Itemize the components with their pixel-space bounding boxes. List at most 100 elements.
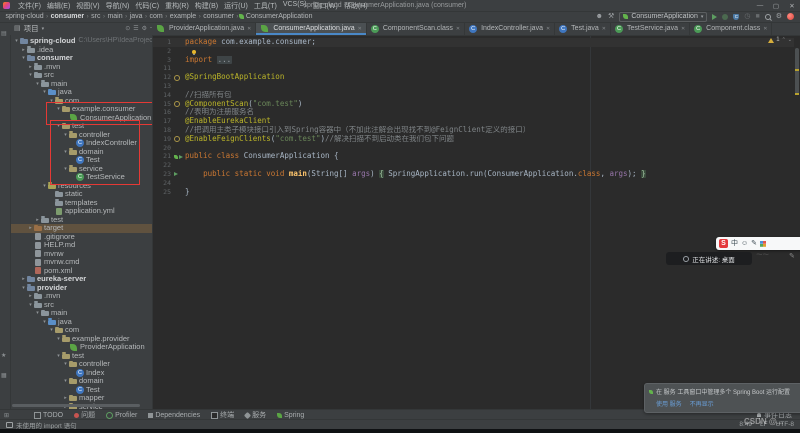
tab-indexcontroller-java[interactable]: CIndexController.java✕ xyxy=(465,22,555,35)
collapse-all-icon[interactable]: ☰ xyxy=(133,25,138,32)
expand-arrow-icon[interactable]: ▾ xyxy=(62,377,69,386)
expand-arrow-icon[interactable]: ▾ xyxy=(62,165,69,174)
expand-arrow-icon[interactable]: ▾ xyxy=(41,318,48,327)
code-line[interactable]: 3import ... xyxy=(153,56,794,65)
use-services-link[interactable]: 使用 服务 xyxy=(656,399,682,408)
expand-arrow-icon[interactable]: ▾ xyxy=(34,80,41,89)
menu-item[interactable]: 视图(V) xyxy=(73,1,102,11)
tree-item-test[interactable]: CTest xyxy=(10,386,152,395)
tree-item-consumer[interactable]: ▾consumer xyxy=(10,54,152,63)
tree-item-testservice[interactable]: CTestService xyxy=(10,173,152,182)
code-line[interactable]: 11 xyxy=(153,64,794,73)
tree-item-templates[interactable]: templates xyxy=(10,199,152,208)
code-line[interactable]: 12@SpringBootApplication xyxy=(153,73,794,82)
tree-item-mapper[interactable]: ▸mapper xyxy=(10,394,152,403)
expand-arrow-icon[interactable]: ▾ xyxy=(55,335,62,344)
avatar[interactable] xyxy=(787,13,794,20)
stop-button[interactable]: ■ xyxy=(755,13,759,20)
menu-item[interactable]: 运行(U) xyxy=(221,1,251,11)
tree-item-controller[interactable]: ▾controller xyxy=(10,360,152,369)
locate-icon[interactable]: ⊙ xyxy=(125,25,130,32)
run-main-icon[interactable] xyxy=(174,172,178,176)
expand-arrow-icon[interactable]: ▾ xyxy=(20,54,27,63)
tree-item-provider[interactable]: ▾provider xyxy=(10,284,152,293)
project-tool-window-header[interactable]: ▤ 项目 ▾ ⊙☰⚙— xyxy=(10,22,159,35)
inspections-widget[interactable]: 1 ⌃ ⌄ xyxy=(768,37,792,43)
code-line[interactable]: 19@EnableFeignClients("com.test")//解决扫描不… xyxy=(153,135,794,144)
menu-item[interactable]: 文件(F) xyxy=(15,1,44,11)
run-class-icon[interactable] xyxy=(179,155,183,159)
menu-item[interactable]: 代码(C) xyxy=(132,1,162,11)
expand-arrow-icon[interactable]: ▾ xyxy=(13,37,20,46)
expand-arrow-icon[interactable]: ▸ xyxy=(20,275,27,284)
tree-item-index[interactable]: CIndex xyxy=(10,369,152,378)
expand-arrow-icon[interactable]: ▾ xyxy=(20,284,27,293)
expand-arrow-icon[interactable]: ▸ xyxy=(34,216,41,225)
expand-arrow-icon[interactable]: ▸ xyxy=(62,394,69,403)
menu-item[interactable]: 构建(B) xyxy=(192,1,221,11)
horizontal-scrollbar[interactable] xyxy=(12,404,140,407)
breadcrumb-item[interactable]: java xyxy=(128,13,144,20)
breadcrumb-item[interactable]: consumer xyxy=(202,13,236,20)
close-icon[interactable]: ✕ xyxy=(358,26,362,32)
build-hammer-icon[interactable]: ⚒ xyxy=(608,13,614,20)
close-icon[interactable]: ✕ xyxy=(456,26,460,32)
minimize-button[interactable]: — xyxy=(752,2,768,10)
breadcrumb-item[interactable]: consumer xyxy=(49,13,85,20)
menu-item[interactable]: 导航(N) xyxy=(103,1,133,11)
tool-window-switcher-icon[interactable]: ⊞ xyxy=(4,412,9,419)
expand-arrow-icon[interactable]: ▾ xyxy=(48,326,55,335)
spring-boot-run-icon[interactable] xyxy=(174,155,178,159)
vertical-scrollbar[interactable] xyxy=(795,48,799,94)
maximize-button[interactable]: ▢ xyxy=(768,2,784,10)
breadcrumb-item[interactable]: ConsumerApplication xyxy=(244,13,314,20)
tree-item-service[interactable]: ▾service xyxy=(10,165,152,174)
expand-arrow-icon[interactable]: ▸ xyxy=(20,46,27,55)
breadcrumb-item[interactable]: spring-cloud xyxy=(4,13,45,20)
expand-arrow-icon[interactable]: ▾ xyxy=(48,97,55,106)
expand-arrow-icon[interactable]: ▸ xyxy=(27,292,34,301)
breadcrumb-item[interactable]: example xyxy=(168,13,197,20)
expand-arrow-icon[interactable]: ▾ xyxy=(55,105,62,114)
expand-arrow-icon[interactable]: ▾ xyxy=(62,360,69,369)
debug-button[interactable] xyxy=(722,14,728,20)
tree-item-test[interactable]: ▾test xyxy=(10,352,152,361)
tree-item-com[interactable]: ▾com xyxy=(10,97,152,106)
ime-handwriting-icon[interactable]: ✎ xyxy=(751,240,757,247)
code-line[interactable]: 18//把调用主类子模块接口引入到Spring容器中（不加此注解会出现找不到@F… xyxy=(153,126,794,135)
breadcrumb-item[interactable]: src xyxy=(90,13,102,20)
tree-item-java[interactable]: ▾java xyxy=(10,88,152,97)
code-line[interactable]: 14//扫描所有包 xyxy=(153,91,794,100)
code-line[interactable]: 25} xyxy=(153,188,794,197)
chevron-down-icon[interactable]: ⌄ xyxy=(788,37,792,43)
tree-item--idea[interactable]: ▸.idea xyxy=(10,46,152,55)
coverage-button[interactable]: C xyxy=(733,14,739,20)
tree-item-pom-xml[interactable]: pom.xml xyxy=(10,267,152,276)
tab-test-java[interactable]: CTest.java✕ xyxy=(555,22,611,35)
user-icon[interactable]: ☻ xyxy=(596,13,603,20)
close-icon[interactable]: ✕ xyxy=(681,26,685,32)
code-line[interactable]: 13 xyxy=(153,82,794,91)
expand-arrow-icon[interactable]: ▸ xyxy=(27,63,34,72)
code-line[interactable]: 17@EnableEurekaClient xyxy=(153,117,794,126)
run-button[interactable] xyxy=(712,14,717,20)
code-line[interactable]: 16//表明为注册服务名 xyxy=(153,108,794,117)
tree-item-help-md[interactable]: HELP.md xyxy=(10,241,152,250)
tree-item-mvnw[interactable]: mvnw xyxy=(10,250,152,259)
expand-arrow-icon[interactable]: ▾ xyxy=(55,352,62,361)
close-icon[interactable]: ✕ xyxy=(602,26,606,32)
tree-item-providerapplication[interactable]: ProviderApplication xyxy=(10,343,152,352)
expand-arrow-icon[interactable]: ▸ xyxy=(27,224,34,233)
code-editor[interactable]: 1package com.example.consumer;23import .… xyxy=(153,35,800,410)
run-configuration-select[interactable]: ConsumerApplication ▾ xyxy=(619,12,707,22)
code-line[interactable]: 21public class ConsumerApplication { xyxy=(153,152,794,161)
code-line[interactable]: 15@ComponentScan("com.test") xyxy=(153,100,794,109)
ime-toolbox-icon[interactable] xyxy=(760,241,766,247)
tree-item-example-consumer[interactable]: ▾example.consumer xyxy=(10,105,152,114)
tab-testservice-java[interactable]: CTestService.java✕ xyxy=(611,22,690,35)
expand-arrow-icon[interactable]: ▾ xyxy=(62,131,69,140)
close-icon[interactable]: ✕ xyxy=(546,26,550,32)
settings-gear-icon[interactable]: ⚙ xyxy=(776,13,782,20)
warning-stripe-mark[interactable] xyxy=(795,93,799,95)
ime-emoji-icon[interactable]: ☺ xyxy=(741,240,748,247)
